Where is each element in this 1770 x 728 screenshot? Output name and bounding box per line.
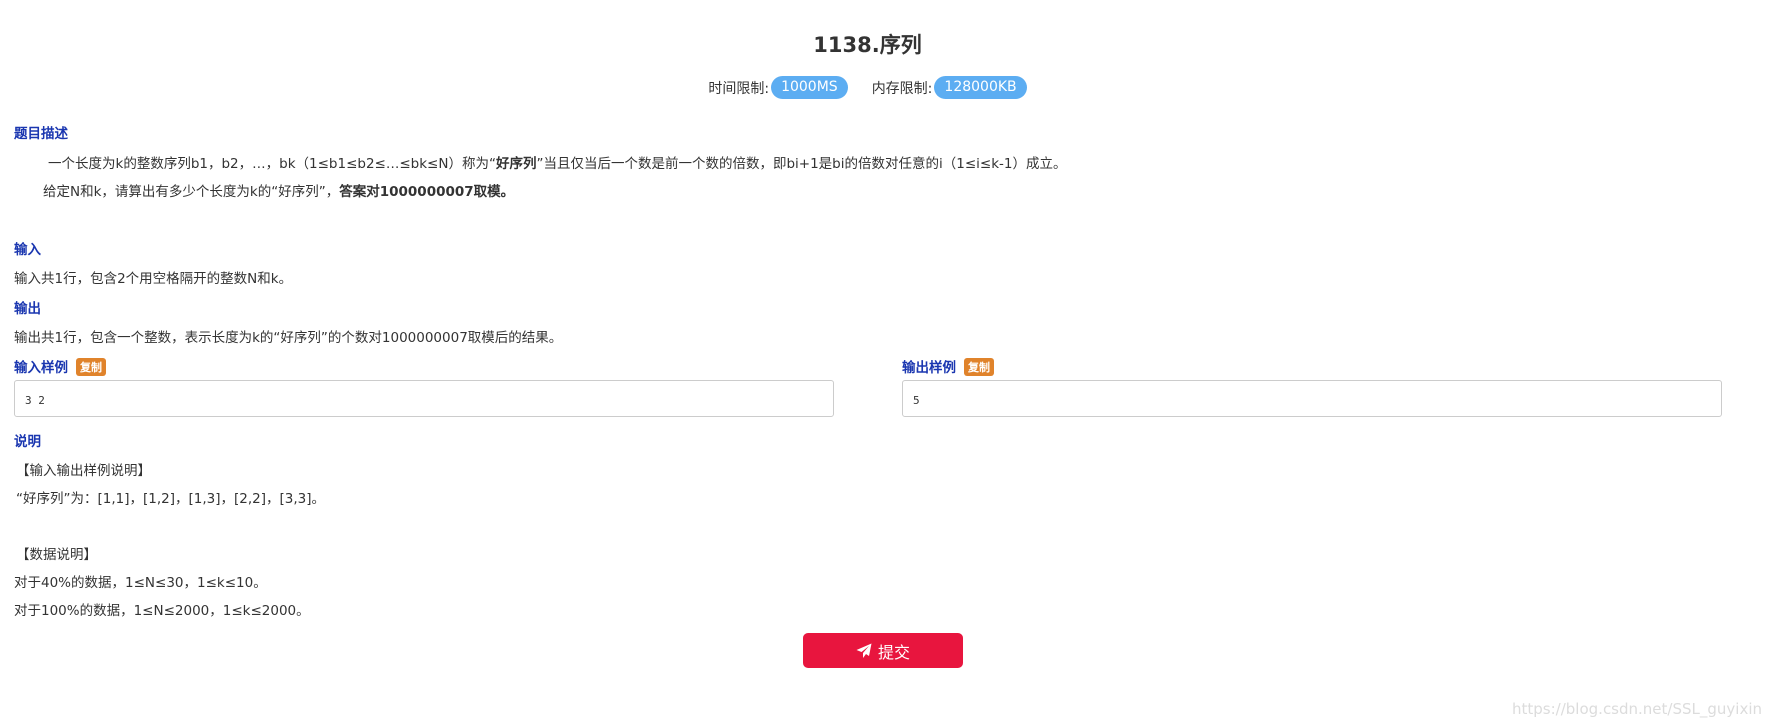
- submit-button[interactable]: 提交: [803, 633, 963, 668]
- notes-line-1: 【输入输出样例说明】: [16, 463, 151, 479]
- time-limit-label: 时间限制:: [708, 80, 770, 97]
- notes-line-3: 【数据说明】: [16, 547, 97, 563]
- description-line-1: 一个长度为k的整数序列b1，b2，…，bk（1≤b1≤b2≤…≤bk≤N）称为“…: [48, 156, 1067, 172]
- sample-output-box[interactable]: 5: [902, 380, 1722, 417]
- memory-limit-badge: 128000KB: [934, 76, 1027, 99]
- problem-title: 1138.序列: [813, 33, 922, 57]
- limits-bar: 时间限制: 1000MS 内存限制: 128000KB: [0, 76, 1735, 99]
- modulo-note: 答案对1000000007取模。: [339, 184, 515, 200]
- output-text: 输出共1行，包含一个整数，表示长度为k的“好序列”的个数对1000000007取…: [14, 330, 563, 346]
- good-sequence-term: 好序列: [495, 156, 537, 172]
- watermark-text: https://blog.csdn.net/SSL_guyixin: [1512, 700, 1762, 718]
- copy-sample-input-button[interactable]: 复制: [76, 358, 106, 376]
- sample-input-heading: 输入样例 复制: [14, 356, 106, 376]
- sample-output-heading: 输出样例 复制: [902, 356, 994, 376]
- notes-heading: 说明: [14, 434, 41, 450]
- memory-limit-label: 内存限制:: [871, 80, 933, 97]
- description-heading: 题目描述: [14, 126, 68, 142]
- notes-line-2: “好序列”为：[1,1]，[1,2]，[1,3]，[2,2]，[3,3]。: [16, 491, 326, 507]
- notes-line-4: 对于40%的数据，1≤N≤30，1≤k≤10。: [14, 575, 267, 591]
- copy-sample-output-button[interactable]: 复制: [964, 358, 994, 376]
- input-heading: 输入: [14, 242, 41, 258]
- output-heading: 输出: [14, 301, 41, 317]
- description-line-2: 给定N和k，请算出有多少个长度为k的“好序列”，答案对1000000007取模。: [43, 184, 515, 200]
- time-limit-badge: 1000MS: [771, 76, 848, 99]
- submit-label: 提交: [877, 642, 910, 662]
- input-text: 输入共1行，包含2个用空格隔开的整数N和k。: [14, 271, 293, 287]
- paper-plane-icon: [856, 643, 872, 658]
- notes-line-5: 对于100%的数据，1≤N≤2000，1≤k≤2000。: [14, 603, 310, 619]
- sample-input-box[interactable]: 3 2: [14, 380, 834, 417]
- problem-page: 1138.序列 时间限制: 1000MS 内存限制: 128000KB 题目描述…: [0, 0, 1770, 728]
